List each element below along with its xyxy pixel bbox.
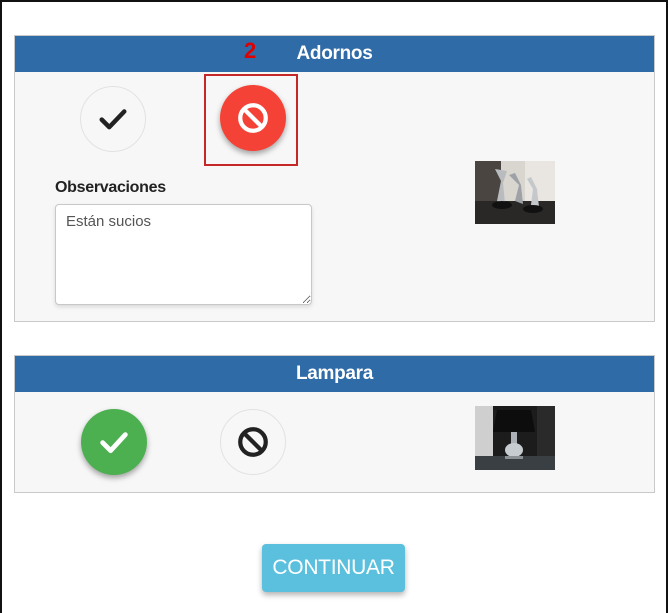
checkmark-icon (100, 432, 128, 454)
section-title: Lampara (295, 363, 374, 384)
approve-button[interactable] (81, 409, 147, 475)
prohibited-icon (238, 427, 268, 457)
reject-button[interactable] (220, 409, 286, 475)
step-marker: 2 (244, 38, 256, 63)
observations-label: Observaciones (55, 179, 166, 196)
section-header: 2 Adornos (15, 36, 654, 72)
approve-button[interactable] (80, 86, 146, 152)
checkmark-icon (99, 109, 127, 130)
prohibited-icon (238, 103, 268, 133)
continue-button[interactable]: CONTINUAR (262, 544, 405, 592)
reject-button[interactable] (220, 85, 286, 151)
item-photo[interactable] (475, 406, 555, 470)
section-title: Adornos (296, 43, 373, 64)
figurines-photo-icon (475, 161, 555, 224)
item-photo[interactable] (475, 161, 555, 224)
observations-textarea[interactable]: Están sucios (55, 204, 312, 305)
lamp-photo-icon (475, 406, 555, 470)
section-header: Lampara (15, 356, 654, 392)
